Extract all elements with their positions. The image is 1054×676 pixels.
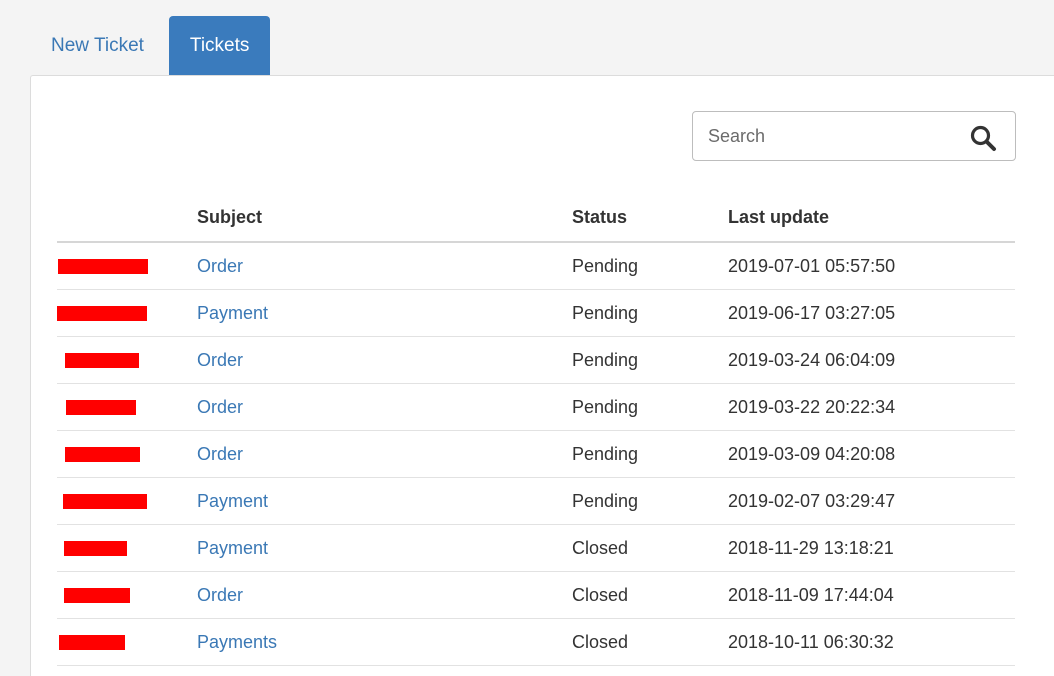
- last-update-cell: 2019-03-22 20:22:34: [728, 383, 1015, 431]
- last-update-cell: 2018-10-11 06:30:32: [728, 618, 1015, 666]
- table-row: Payment Pending 2019-02-07 03:29:47: [57, 477, 1015, 525]
- table-row: Order Closed 2018-11-09 17:44:04: [57, 571, 1015, 619]
- header-id: [57, 193, 197, 243]
- redaction-mark: [65, 446, 140, 462]
- redaction-mark: [58, 258, 148, 274]
- subject-cell: Payment: [197, 524, 572, 572]
- table-row: Order Pending 2019-03-09 04:20:08: [57, 430, 1015, 478]
- subject-cell: Payment: [197, 477, 572, 525]
- ticket-id-cell: [57, 289, 197, 337]
- ticket-id-cell: [57, 477, 197, 525]
- last-update-cell: 2018-11-29 13:18:21: [728, 524, 1015, 572]
- subject-link[interactable]: Order: [197, 350, 243, 370]
- header-status: Status: [572, 193, 728, 243]
- ticket-id-cell: [57, 336, 197, 384]
- redaction-mark: [59, 634, 125, 650]
- header-subject: Subject: [197, 193, 572, 243]
- status-cell: Pending: [572, 336, 728, 384]
- ticket-id-cell: [57, 383, 197, 431]
- last-update-cell: 2019-02-07 03:29:47: [728, 477, 1015, 525]
- ticket-id-cell: [57, 524, 197, 572]
- ticket-id-cell: [57, 242, 197, 290]
- subject-cell: Payment: [197, 289, 572, 337]
- subject-cell: Payments: [197, 618, 572, 666]
- tickets-panel: Subject Status Last update Order Pending…: [30, 75, 1054, 676]
- last-update-cell: 2019-06-17 03:27:05: [728, 289, 1015, 337]
- table-row: Order Pending 2019-03-22 20:22:34: [57, 383, 1015, 431]
- subject-cell: Order: [197, 430, 572, 478]
- subject-cell: Order: [197, 571, 572, 619]
- last-update-cell: 2019-03-09 04:20:08: [728, 430, 1015, 478]
- status-cell: Pending: [572, 383, 728, 431]
- status-cell: Closed: [572, 524, 728, 572]
- last-update-cell: 2019-07-01 05:57:50: [728, 242, 1015, 290]
- subject-link[interactable]: Payments: [197, 632, 277, 652]
- table-row: Payment Pending 2019-06-17 03:27:05: [57, 289, 1015, 337]
- status-cell: Closed: [572, 571, 728, 619]
- status-cell: Pending: [572, 430, 728, 478]
- status-cell: Pending: [572, 289, 728, 337]
- last-update-cell: 2018-11-09 17:44:04: [728, 571, 1015, 619]
- search-icon[interactable]: [969, 124, 997, 152]
- redaction-mark: [57, 305, 147, 321]
- search-input[interactable]: [706, 115, 960, 157]
- table-row: Order Pending 2019-07-01 05:57:50: [57, 242, 1015, 290]
- status-cell: Pending: [572, 242, 728, 290]
- last-update-cell: 2019-03-24 06:04:09: [728, 336, 1015, 384]
- table-row: Payment Closed 2018-11-29 13:18:21: [57, 524, 1015, 572]
- table-row: Payments Closed 2018-10-11 06:30:32: [57, 618, 1015, 666]
- redaction-mark: [64, 587, 130, 603]
- subject-link[interactable]: Order: [197, 444, 243, 464]
- subject-link[interactable]: Order: [197, 397, 243, 417]
- redaction-mark: [64, 540, 127, 556]
- redaction-mark: [65, 352, 139, 368]
- redaction-mark: [66, 399, 136, 415]
- header-last-update: Last update: [728, 193, 1015, 243]
- tab-bar: New Ticket Tickets: [30, 16, 271, 76]
- status-cell: Closed: [572, 618, 728, 666]
- redaction-mark: [63, 493, 147, 509]
- tickets-table: Subject Status Last update Order Pending…: [57, 193, 1015, 666]
- subject-cell: Order: [197, 242, 572, 290]
- subject-link[interactable]: Payment: [197, 538, 268, 558]
- table-row: Order Pending 2019-03-24 06:04:09: [57, 336, 1015, 384]
- subject-cell: Order: [197, 383, 572, 431]
- subject-link[interactable]: Order: [197, 256, 243, 276]
- subject-link[interactable]: Payment: [197, 491, 268, 511]
- tab-new-ticket[interactable]: New Ticket: [30, 16, 165, 75]
- status-cell: Pending: [572, 477, 728, 525]
- subject-link[interactable]: Payment: [197, 303, 268, 323]
- subject-cell: Order: [197, 336, 572, 384]
- ticket-id-cell: [57, 430, 197, 478]
- tab-tickets[interactable]: Tickets: [168, 16, 271, 75]
- search-box: [692, 111, 1016, 161]
- subject-link[interactable]: Order: [197, 585, 243, 605]
- ticket-id-cell: [57, 618, 197, 666]
- table-header-row: Subject Status Last update: [57, 193, 1015, 243]
- ticket-id-cell: [57, 571, 197, 619]
